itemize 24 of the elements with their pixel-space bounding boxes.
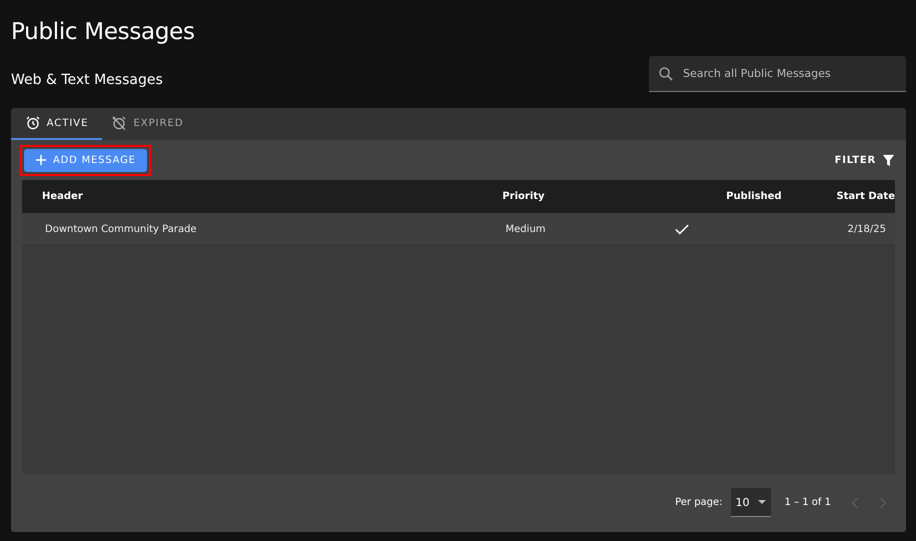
alarm-clock-icon — [24, 115, 41, 131]
dropdown-caret-icon — [758, 500, 766, 504]
per-page-select[interactable]: 10 — [730, 488, 771, 517]
table-cell-text: Downtown Community Parade — [44, 224, 198, 234]
tab[interactable]: EXPIRED — [102, 108, 193, 140]
filter-icon — [882, 154, 895, 166]
next-page-icon[interactable] — [879, 496, 887, 508]
table-cell-text: 2/18/25 — [846, 224, 888, 234]
tab[interactable]: ACTIVE — [11, 108, 102, 140]
alarm-clock-off-icon — [111, 115, 128, 131]
per-page-label: Per page: — [675, 497, 723, 508]
plus-icon — [35, 154, 47, 166]
column-header[interactable]: Published — [673, 191, 785, 202]
previous-page-icon[interactable] — [851, 496, 859, 508]
search-field[interactable]: Search all Public Messages — [649, 56, 906, 92]
column-header[interactable]: Priority — [462, 191, 674, 202]
column-header[interactable]: Header — [22, 191, 462, 202]
section-subtitle: Web & Text Messages — [11, 72, 164, 88]
page-title: Public Messages — [11, 18, 195, 47]
column-header[interactable]: Start Date — [784, 191, 895, 202]
filter-button[interactable]: FILTER — [834, 154, 895, 166]
page-range: 1 – 1 of 1 — [784, 497, 831, 508]
table-cell-text: Medium — [504, 224, 547, 234]
table-row[interactable]: Downtown Community Parade Medium 2/18/25 — [22, 213, 895, 246]
